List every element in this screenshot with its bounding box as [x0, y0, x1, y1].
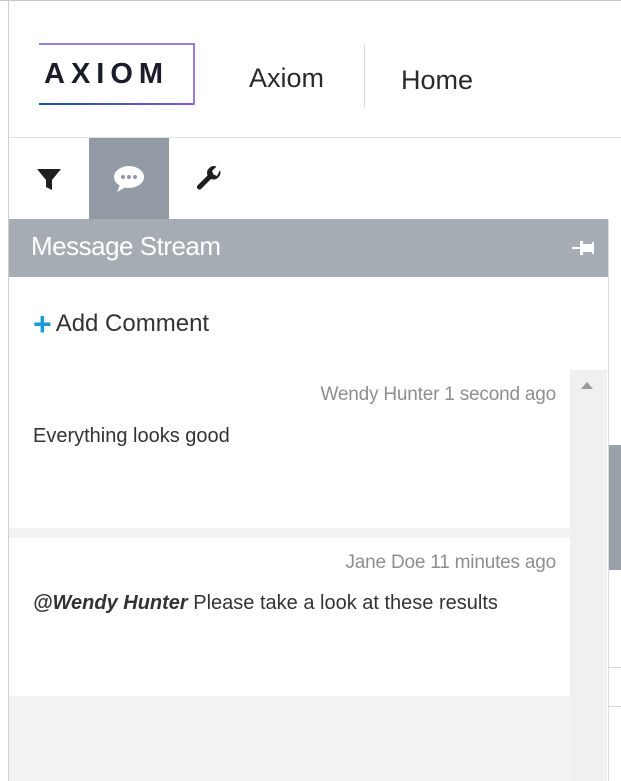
comment-icon — [114, 165, 144, 192]
message-scrollbar[interactable] — [570, 370, 607, 781]
message-list: Wendy Hunter 1 second ago Everything loo… — [9, 370, 570, 781]
wrench-icon — [197, 165, 221, 189]
background-divider — [609, 706, 621, 707]
comments-button[interactable] — [89, 138, 169, 219]
pin-icon — [572, 241, 594, 255]
message-meta: Jane Doe 11 minutes ago — [345, 552, 556, 573]
background-divider — [609, 667, 621, 668]
message-text: Everything looks good — [33, 425, 230, 447]
panel-title: Message Stream — [31, 231, 221, 261]
filter-icon — [37, 168, 61, 190]
page-title: Home — [401, 65, 474, 95]
pin-button[interactable] — [572, 239, 594, 262]
background-content-block — [609, 445, 621, 570]
app-name[interactable]: Axiom — [249, 63, 324, 94]
settings-button[interactable] — [169, 138, 249, 219]
filter-button[interactable] — [9, 138, 89, 219]
add-comment-button[interactable]: + Add Comment — [33, 306, 210, 342]
user-mention[interactable]: @Wendy Hunter — [33, 592, 188, 614]
app-logo[interactable]: AXIOM — [44, 58, 169, 91]
message-text: @Wendy Hunter Please take a look at thes… — [33, 592, 498, 614]
header-divider — [364, 45, 365, 107]
panel-toolbar — [9, 138, 621, 219]
scroll-up-arrow-icon[interactable] — [581, 382, 593, 389]
message-item: Wendy Hunter 1 second ago Everything loo… — [9, 370, 570, 528]
message-stream-header: Message Stream — [9, 219, 608, 277]
message-item: Jane Doe 11 minutes ago @Wendy Hunter Pl… — [9, 538, 570, 696]
plus-icon: + — [33, 306, 52, 342]
message-meta: Wendy Hunter 1 second ago — [320, 384, 557, 405]
add-comment-label: Add Comment — [55, 310, 210, 337]
